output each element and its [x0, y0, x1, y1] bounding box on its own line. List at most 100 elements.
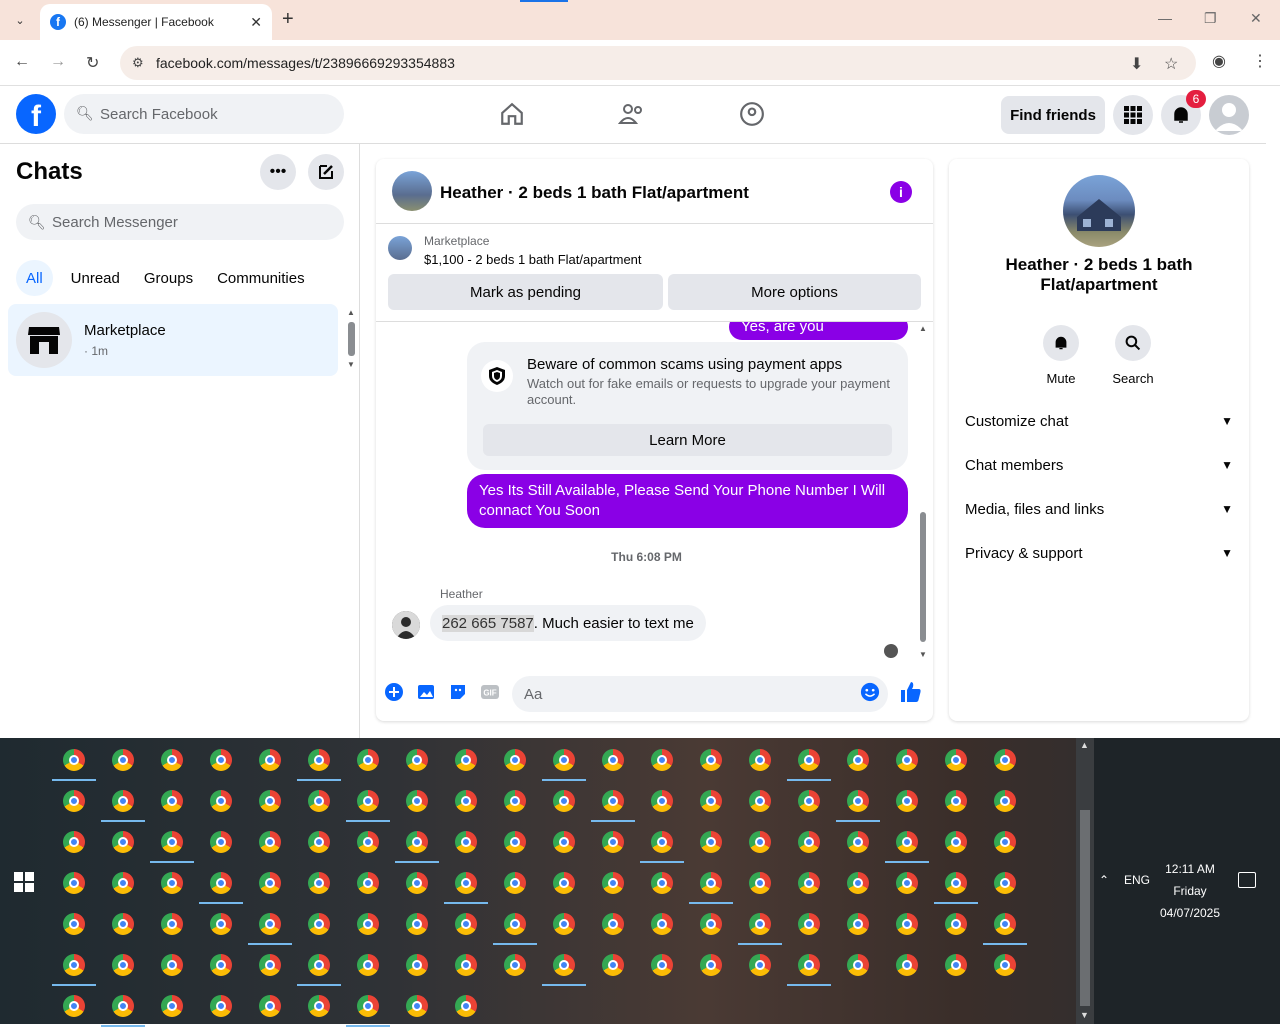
- chrome-taskbar-icon[interactable]: [357, 749, 379, 771]
- chrome-taskbar-icon[interactable]: [896, 790, 918, 812]
- chrome-taskbar-icon[interactable]: [994, 954, 1016, 976]
- taskbar-scrollbar[interactable]: ▲ ▼: [1076, 738, 1094, 1024]
- tray-expand-icon[interactable]: ⌃: [1099, 873, 1109, 887]
- chrome-taskbar-icon[interactable]: [945, 913, 967, 935]
- chrome-taskbar-icon[interactable]: [161, 790, 183, 812]
- chrome-taskbar-icon[interactable]: [700, 749, 722, 771]
- chrome-taskbar-icon[interactable]: [308, 790, 330, 812]
- chrome-taskbar-icon[interactable]: [847, 954, 869, 976]
- chrome-taskbar-icon[interactable]: [161, 831, 183, 853]
- chrome-taskbar-icon[interactable]: [602, 872, 624, 894]
- account-avatar[interactable]: [1209, 95, 1249, 135]
- listing-price[interactable]: $1,100 - 2 beds 1 bath Flat/apartment: [424, 252, 642, 267]
- chrome-taskbar-icon[interactable]: [994, 749, 1016, 771]
- chrome-taskbar-icon[interactable]: [63, 790, 85, 812]
- chrome-taskbar-icon[interactable]: [161, 913, 183, 935]
- chrome-taskbar-icon[interactable]: [112, 872, 134, 894]
- chrome-taskbar-icon[interactable]: [504, 913, 526, 935]
- menu-grid-icon[interactable]: [1113, 95, 1153, 135]
- chrome-taskbar-icon[interactable]: [63, 995, 85, 1017]
- taskbar-clock[interactable]: 12:11 AM Friday 04/07/2025: [1142, 858, 1238, 924]
- listing-avatar[interactable]: [392, 171, 432, 211]
- chrome-taskbar-icon[interactable]: [798, 790, 820, 812]
- chrome-taskbar-icon[interactable]: [112, 913, 134, 935]
- chrome-taskbar-icon[interactable]: [700, 913, 722, 935]
- chrome-taskbar-icon[interactable]: [749, 872, 771, 894]
- chrome-taskbar-icon[interactable]: [700, 872, 722, 894]
- chrome-taskbar-icon[interactable]: [357, 872, 379, 894]
- chrome-taskbar-icon[interactable]: [455, 831, 477, 853]
- chrome-taskbar-icon[interactable]: [406, 790, 428, 812]
- chrome-taskbar-icon[interactable]: [994, 831, 1016, 853]
- learn-more-button[interactable]: Learn More: [483, 424, 892, 456]
- chat-members-section[interactable]: Chat members ▼: [965, 445, 1233, 485]
- chrome-taskbar-icon[interactable]: [798, 749, 820, 771]
- chrome-taskbar-icon[interactable]: [651, 872, 673, 894]
- chrome-taskbar-icon[interactable]: [945, 831, 967, 853]
- chrome-taskbar-icon[interactable]: [455, 749, 477, 771]
- chrome-taskbar-icon[interactable]: [112, 790, 134, 812]
- chrome-taskbar-icon[interactable]: [63, 913, 85, 935]
- chrome-taskbar-icon[interactable]: [161, 749, 183, 771]
- home-icon[interactable]: [498, 100, 526, 128]
- chrome-taskbar-icon[interactable]: [259, 749, 281, 771]
- chrome-taskbar-icon[interactable]: [308, 995, 330, 1017]
- like-thumbs-up-icon[interactable]: [899, 680, 923, 704]
- chrome-taskbar-icon[interactable]: [798, 913, 820, 935]
- chrome-taskbar-icon[interactable]: [308, 872, 330, 894]
- chrome-taskbar-icon[interactable]: [308, 831, 330, 853]
- chrome-taskbar-icon[interactable]: [749, 749, 771, 771]
- chrome-taskbar-icon[interactable]: [455, 790, 477, 812]
- new-message-icon[interactable]: [308, 154, 344, 190]
- chrome-taskbar-icon[interactable]: [210, 995, 232, 1017]
- chrome-taskbar-icon[interactable]: [406, 913, 428, 935]
- chrome-taskbar-icon[interactable]: [651, 749, 673, 771]
- chrome-taskbar-icon[interactable]: [700, 790, 722, 812]
- chrome-taskbar-icon[interactable]: [553, 749, 575, 771]
- chrome-taskbar-icon[interactable]: [161, 872, 183, 894]
- facebook-logo-icon[interactable]: f: [16, 94, 56, 134]
- chrome-taskbar-icon[interactable]: [63, 872, 85, 894]
- chrome-taskbar-icon[interactable]: [945, 954, 967, 976]
- info-icon[interactable]: i: [890, 181, 912, 203]
- chrome-taskbar-icon[interactable]: [259, 790, 281, 812]
- chrome-taskbar-icon[interactable]: [455, 913, 477, 935]
- chrome-taskbar-icon[interactable]: [651, 954, 673, 976]
- tab-search-button[interactable]: ⌄: [8, 8, 32, 32]
- chrome-taskbar-icon[interactable]: [63, 749, 85, 771]
- chrome-taskbar-icon[interactable]: [847, 749, 869, 771]
- chrome-taskbar-icon[interactable]: [749, 790, 771, 812]
- chrome-taskbar-icon[interactable]: [749, 954, 771, 976]
- chrome-taskbar-icon[interactable]: [112, 954, 134, 976]
- facebook-search-input[interactable]: 🔍︎ Search Facebook: [64, 94, 344, 134]
- chrome-taskbar-icon[interactable]: [406, 872, 428, 894]
- chrome-taskbar-icon[interactable]: [357, 790, 379, 812]
- chrome-taskbar-icon[interactable]: [651, 790, 673, 812]
- more-options-button[interactable]: More options: [668, 274, 921, 310]
- windows-start-icon[interactable]: [14, 872, 34, 892]
- chrome-taskbar-icon[interactable]: [259, 872, 281, 894]
- chrome-taskbar-icon[interactable]: [63, 831, 85, 853]
- chrome-taskbar-icon[interactable]: [749, 913, 771, 935]
- chat-list-item[interactable]: Marketplace · 1m: [8, 304, 338, 376]
- chrome-taskbar-icon[interactable]: [504, 831, 526, 853]
- chrome-taskbar-icon[interactable]: [896, 913, 918, 935]
- photo-icon[interactable]: [416, 682, 436, 702]
- profile-icon[interactable]: ◉: [1212, 51, 1226, 71]
- privacy-support-section[interactable]: Privacy & support ▼: [965, 533, 1233, 573]
- chrome-taskbar-icon[interactable]: [357, 913, 379, 935]
- restore-button[interactable]: ❐: [1204, 10, 1217, 27]
- chrome-taskbar-icon[interactable]: [210, 831, 232, 853]
- bookmark-star-icon[interactable]: ☆: [1164, 54, 1178, 74]
- chrome-taskbar-icon[interactable]: [651, 831, 673, 853]
- filter-communities[interactable]: Communities: [207, 260, 315, 296]
- find-friends-button[interactable]: Find friends: [1001, 96, 1105, 134]
- chrome-taskbar-icon[interactable]: [504, 954, 526, 976]
- site-info-icon[interactable]: ⚙: [132, 55, 144, 71]
- chrome-taskbar-icon[interactable]: [651, 913, 673, 935]
- chrome-taskbar-icon[interactable]: [63, 954, 85, 976]
- chrome-taskbar-icon[interactable]: [945, 790, 967, 812]
- chrome-taskbar-icon[interactable]: [308, 749, 330, 771]
- install-app-icon[interactable]: ⬇: [1130, 54, 1143, 74]
- chrome-taskbar-icon[interactable]: [553, 790, 575, 812]
